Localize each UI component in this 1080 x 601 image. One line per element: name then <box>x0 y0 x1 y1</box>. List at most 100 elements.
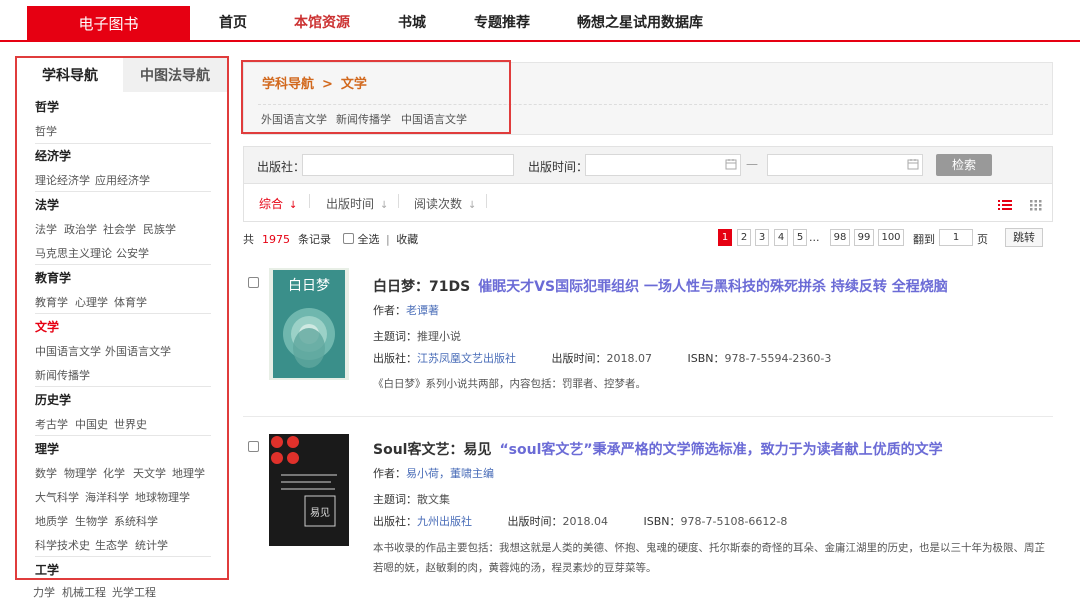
subcategory-link[interactable]: 地球物理学 <box>135 489 190 505</box>
nav-trial-database[interactable]: 畅想之星试用数据库 <box>577 6 703 40</box>
sort-pubdate[interactable]: 出版时间 ↓ <box>326 195 388 212</box>
subcategory-link[interactable]: 机械工程 <box>62 584 106 600</box>
book-cover[interactable]: 白日梦 <box>269 268 349 380</box>
grid-view-icon[interactable] <box>1029 196 1043 211</box>
subcategory-link[interactable]: 地理学 <box>172 465 205 481</box>
publisher-link[interactable]: 江苏凤凰文艺出版社 <box>417 352 516 365</box>
page-link[interactable]: 1 <box>718 229 732 246</box>
select-all-checkbox[interactable] <box>342 233 354 244</box>
divider <box>35 191 211 192</box>
subcategory-link[interactable]: 公安学 <box>116 245 149 261</box>
subcategory-link[interactable]: 系统科学 <box>114 513 158 529</box>
page-link[interactable]: 99 <box>854 229 874 246</box>
divider <box>35 313 211 314</box>
book-tagline[interactable]: 催眠天才VS国际犯罪组织 一场人性与黑科技的殊死拼杀 持续反转 全程烧脑 <box>478 279 948 295</box>
nav-library-resources[interactable]: 本馆资源 <box>294 6 350 40</box>
subcategory-link[interactable]: 海洋科学 <box>85 489 129 505</box>
subcategory-link[interactable]: 数学 <box>35 465 57 481</box>
subcategory-link[interactable]: 中国史 <box>75 416 108 432</box>
subcategory-link[interactable]: 物理学 <box>64 465 97 481</box>
category-title-active[interactable]: 文学 <box>35 318 59 335</box>
book-tagline[interactable]: “soul客文艺”秉承严格的文学筛选标准，致力于为读者献上优质的文学 <box>499 442 942 458</box>
calendar-icon[interactable] <box>725 158 737 170</box>
select-all-label[interactable]: 全选 <box>358 233 380 246</box>
book-title-text[interactable]: 白日梦：71DS <box>373 279 470 295</box>
results-suffix: 条记录 <box>298 233 331 246</box>
subcategory-link[interactable]: 地质学 <box>35 513 68 529</box>
book-title[interactable]: Soul客文艺：易见 “soul客文艺”秉承严格的文学筛选标准，致力于为读者献上优… <box>373 439 943 459</box>
author-link[interactable]: 易小荷，董啸主编 <box>406 467 494 480</box>
subcategory-link[interactable]: 应用经济学 <box>95 172 150 188</box>
subcategory-link[interactable]: 中国语言文学 <box>35 343 101 359</box>
nav-featured[interactable]: 专题推荐 <box>474 6 530 40</box>
subcategory-link[interactable]: 天文学 <box>133 465 166 481</box>
calendar-icon[interactable] <box>907 158 919 170</box>
separator: | <box>386 233 390 246</box>
nav-bookstore[interactable]: 书城 <box>398 6 426 40</box>
favorite-link[interactable]: 收藏 <box>396 233 418 246</box>
subcategory-link[interactable]: 理论经济学 <box>35 172 90 188</box>
sort-reads[interactable]: 阅读次数 ↓ <box>414 195 476 212</box>
subcategory-link[interactable]: 光学工程 <box>112 584 156 600</box>
subcategory-link[interactable]: 统计学 <box>135 537 168 553</box>
subcategory-link[interactable]: 化学 <box>103 465 125 481</box>
subcategory-link[interactable]: 体育学 <box>114 294 147 310</box>
subcategory-link[interactable]: 世界史 <box>114 416 147 432</box>
publisher-label: 出版社： <box>257 160 306 174</box>
time-label: 出版时间： <box>528 160 589 174</box>
subcategory-link[interactable]: 力学 <box>33 584 55 600</box>
category-title[interactable]: 经济学 <box>35 147 71 164</box>
sort-comprehensive[interactable]: 综合 ↓ <box>259 195 297 212</box>
subcategory-link[interactable]: 教育学 <box>35 294 68 310</box>
subcategory-link[interactable]: 外国语言文学 <box>105 343 171 359</box>
publisher-input[interactable] <box>302 154 514 176</box>
category-title[interactable]: 哲学 <box>35 98 59 115</box>
subcategory-link[interactable]: 生态学 <box>95 537 128 553</box>
subcategory-link[interactable]: 考古学 <box>35 416 68 432</box>
date-from-input[interactable] <box>585 154 741 176</box>
page-link[interactable]: 3 <box>755 229 769 246</box>
subcategory-link[interactable]: 法学 <box>35 221 57 237</box>
isbn-value: 978-7-5594-2360-3 <box>724 352 832 365</box>
subcategory-link[interactable]: 大气科学 <box>35 489 79 505</box>
category-title[interactable]: 工学 <box>35 561 59 578</box>
subcategory-link[interactable]: 心理学 <box>75 294 108 310</box>
list-view-icon[interactable] <box>998 196 1012 210</box>
subcategory-link[interactable]: 哲学 <box>35 123 57 139</box>
cover-title: 白日梦 <box>288 278 330 294</box>
page-link[interactable]: 5 <box>793 229 807 246</box>
category-title[interactable]: 理学 <box>35 440 59 457</box>
tab-subject-nav[interactable]: 学科导航 <box>17 58 123 92</box>
subcategory-link[interactable]: 新闻传播学 <box>35 367 90 383</box>
page-link[interactable]: 100 <box>878 229 904 246</box>
book-pubinfo: 出版社：江苏凤凰文艺出版社 出版时间：2018.07 ISBN：978-7-55… <box>373 350 831 366</box>
highlight-box <box>241 60 511 134</box>
subcategory-link[interactable]: 科学技术史 <box>35 537 90 553</box>
book-checkbox[interactable] <box>248 277 259 288</box>
page-link[interactable]: 2 <box>737 229 751 246</box>
date-to-input[interactable] <box>767 154 923 176</box>
book-checkbox[interactable] <box>248 441 259 452</box>
subcategory-link[interactable]: 社会学 <box>103 221 136 237</box>
page-link[interactable]: 98 <box>830 229 850 246</box>
book-title[interactable]: 白日梦：71DS 催眠天才VS国际犯罪组织 一场人性与黑科技的殊死拼杀 持续反转 … <box>373 276 948 296</box>
category-title[interactable]: 法学 <box>35 196 59 213</box>
brand-ebooks[interactable]: 电子图书 <box>27 6 190 42</box>
subcategory-link[interactable]: 政治学 <box>64 221 97 237</box>
subcategory-link[interactable]: 马克思主义理论 <box>35 245 112 261</box>
nav-home[interactable]: 首页 <box>219 6 247 40</box>
publisher-link[interactable]: 九州出版社 <box>417 515 472 528</box>
category-title[interactable]: 教育学 <box>35 269 71 286</box>
category-title[interactable]: 历史学 <box>35 391 71 408</box>
book-title-text[interactable]: Soul客文艺：易见 <box>373 442 491 458</box>
page-link[interactable]: 4 <box>774 229 788 246</box>
subcategory-link[interactable]: 民族学 <box>143 221 176 237</box>
author-link[interactable]: 老谭著 <box>406 304 439 317</box>
goto-page-input[interactable]: 1 <box>939 229 973 246</box>
tab-clc-nav[interactable]: 中图法导航 <box>123 58 227 92</box>
search-button[interactable]: 检索 <box>936 154 992 176</box>
subcategory-link[interactable]: 生物学 <box>75 513 108 529</box>
book-cover[interactable]: 易见 <box>269 434 349 546</box>
jump-button[interactable]: 跳转 <box>1005 228 1043 247</box>
subject-sidebar: 学科导航 中图法导航 哲学 哲学 经济学 理论经济学 应用经济学 法学 法学 政… <box>15 56 229 580</box>
